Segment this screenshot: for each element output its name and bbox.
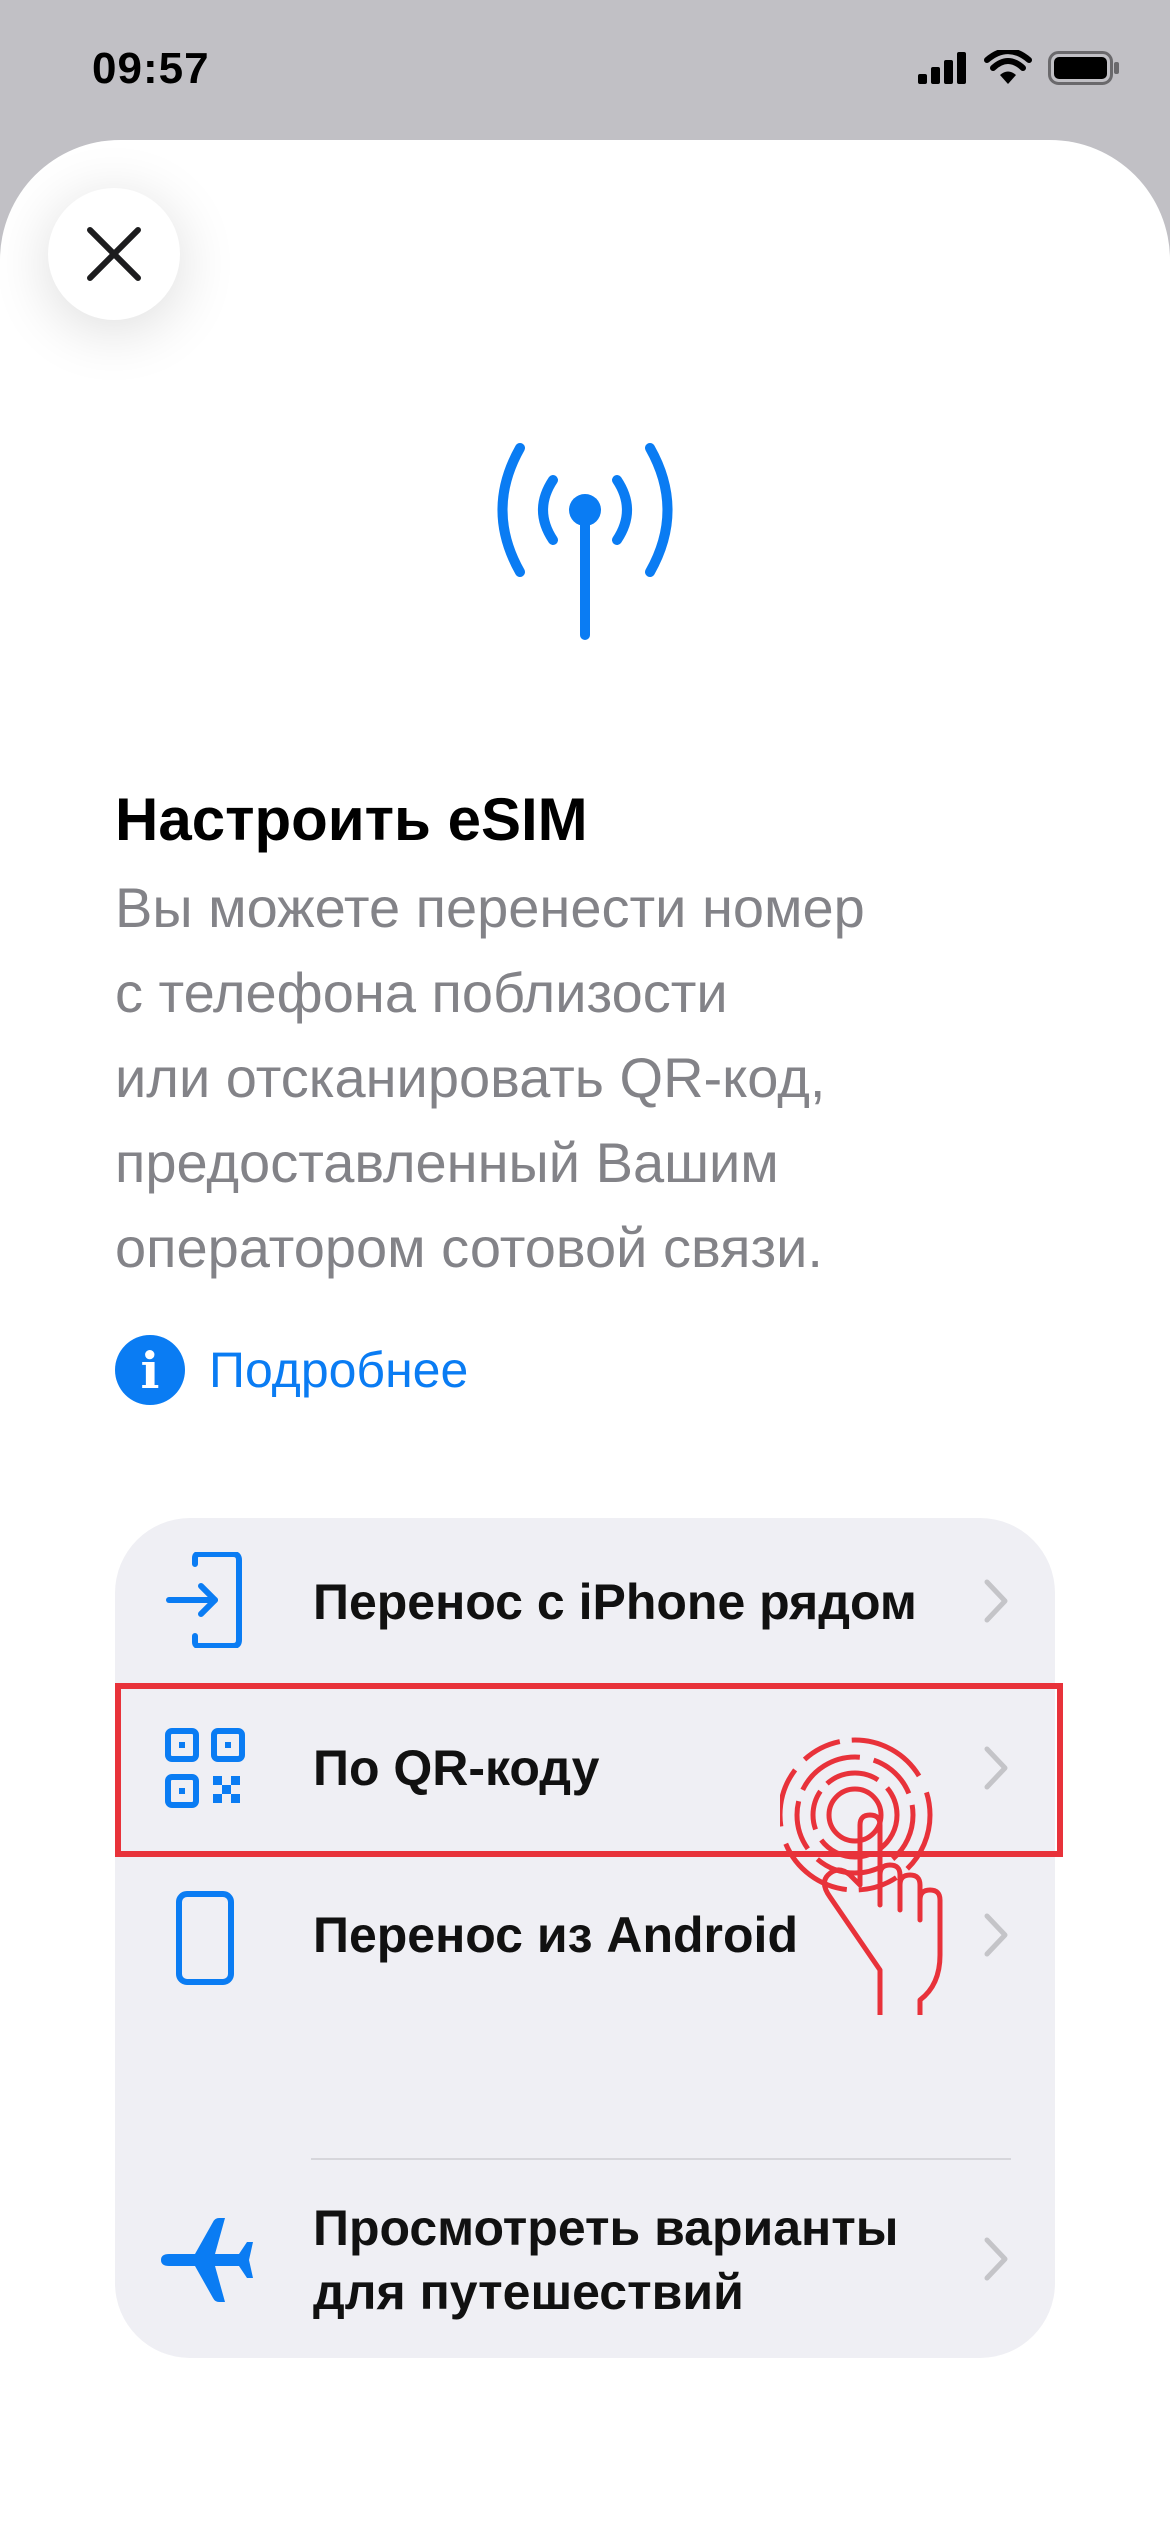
chevron-right-icon [984,1913,1008,1957]
phone-icon [155,1888,255,1988]
status-icons [918,50,1120,86]
wifi-icon [984,50,1032,84]
transfer-in-icon [155,1550,255,1650]
battery-icon [1048,51,1119,85]
close-button[interactable] [48,188,180,320]
option-label: Перенос из Android [313,1907,798,1963]
learn-more-link[interactable]: i Подробнее [115,1335,468,1405]
info-icon: i [115,1335,185,1405]
option-travel-plans[interactable]: Просмотреть варианты для путешествий [115,2160,1055,2358]
chevron-right-icon [984,2237,1008,2281]
airplane-icon [155,2210,255,2310]
option-label: Перенос с iPhone рядом [313,1574,917,1630]
status-time: 09:57 [92,44,210,93]
antenna-signal-icon [497,443,673,640]
cellular-signal-icon [918,52,966,84]
esim-setup-sheet: Настроить eSIM Вы можете перенести номер… [0,140,1170,2532]
page-title: Настроить eSIM [115,786,588,853]
tap-gesture-icon [780,1737,943,2015]
status-bar: 09:57 [0,0,1170,140]
close-icon [87,227,141,281]
learn-more-label: Подробнее [209,1342,469,1398]
option-transfer-from-iphone[interactable]: Перенос с iPhone рядом [115,1518,1055,1683]
chevron-right-icon [984,1579,1008,1623]
description-text: Вы можете перенести номер с телефона поб… [115,876,865,1279]
option-label: Просмотреть варианты для путешествий [313,2200,899,2320]
